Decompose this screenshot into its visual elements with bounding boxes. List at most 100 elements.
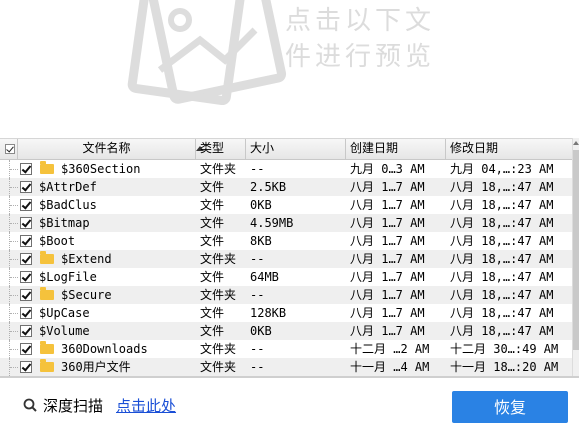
created-date: 八月 1…7 AM [350, 288, 425, 302]
table-body: $360Section 文件夹 -- 九月 0…3 AM 九月 04,…:23 AM $A… [0, 160, 572, 376]
file-name: $360Section [61, 162, 141, 176]
created-date: 十二月 …2 AM [350, 342, 430, 356]
table-row[interactable]: $Extend 文件夹 -- 八月 1…7 AM 八月 18,…:47 AM [0, 250, 572, 268]
file-size: 0KB [250, 324, 272, 338]
table-row[interactable]: 360用户文件 文件夹 -- 十一月 …4 AM 十一月 18…:20 AM [0, 358, 572, 376]
table-row[interactable]: $Bitmap 文件 4.59MB 八月 1…7 AM 八月 18,…:47 AM [0, 214, 572, 232]
file-name: $LogFile [39, 270, 97, 284]
column-header-modified[interactable]: 修改日期 [446, 139, 572, 159]
table-row[interactable]: $360Section 文件夹 -- 九月 0…3 AM 九月 04,…:23 AM [0, 160, 572, 178]
file-name: $Boot [39, 234, 76, 248]
row-checkbox[interactable] [20, 163, 32, 175]
row-checkbox[interactable] [20, 289, 32, 301]
row-checkbox[interactable] [20, 271, 32, 283]
column-header-name-label: 文件名称 [82, 141, 131, 155]
file-type: 文件 [200, 234, 225, 248]
tree-connector-branch [10, 349, 18, 350]
file-size: 0KB [250, 198, 272, 212]
file-type: 文件 [200, 216, 225, 230]
column-header-name[interactable]: 文件名称 [18, 139, 204, 159]
scrollbar-thumb[interactable] [573, 150, 579, 350]
table-row[interactable]: $Boot 文件 8KB 八月 1…7 AM 八月 18,…:47 AM [0, 232, 572, 250]
file-type: 文件夹 [200, 342, 237, 356]
created-date: 八月 1…7 AM [350, 252, 425, 266]
tree-connector-branch [10, 187, 18, 188]
folder-icon [40, 341, 54, 354]
file-name: $AttrDef [39, 180, 97, 194]
created-date: 八月 1…7 AM [350, 216, 425, 230]
file-type: 文件夹 [200, 252, 237, 266]
row-checkbox[interactable] [20, 181, 32, 193]
modified-date: 八月 18,…:47 AM [450, 198, 554, 212]
row-checkbox[interactable] [20, 307, 32, 319]
modified-date: 八月 18,…:47 AM [450, 180, 554, 194]
created-date: 九月 0…3 AM [350, 162, 425, 176]
tree-connector-branch [10, 241, 18, 242]
row-checkbox[interactable] [20, 199, 32, 211]
table-row[interactable]: $LogFile 文件 64MB 八月 1…7 AM 八月 18,…:47 AM [0, 268, 572, 286]
table-row[interactable]: 360Downloads 文件夹 -- 十二月 …2 AM 十二月 30…:49 AM [0, 340, 572, 358]
table-header: 文件名称 类型 大小 创建日期 修改日期 [0, 138, 572, 160]
file-size: -- [250, 288, 265, 302]
table-row[interactable]: $Secure 文件夹 -- 八月 1…7 AM 八月 18,…:47 AM [0, 286, 572, 304]
table-row[interactable]: $BadClus 文件 0KB 八月 1…7 AM 八月 18,…:47 AM [0, 196, 572, 214]
modified-date: 八月 18,…:47 AM [450, 324, 554, 338]
vertical-scrollbar[interactable] [572, 138, 579, 376]
file-name: 360用户文件 [61, 360, 131, 374]
file-type: 文件 [200, 324, 225, 338]
modified-date: 八月 18,…:47 AM [450, 288, 554, 302]
created-date: 十一月 …4 AM [350, 360, 430, 374]
row-checkbox[interactable] [20, 361, 32, 373]
tree-connector-branch [10, 367, 18, 368]
table-row[interactable]: $AttrDef 文件 2.5KB 八月 1…7 AM 八月 18,…:47 AM [0, 178, 572, 196]
file-type: 文件 [200, 306, 225, 320]
file-size: 128KB [250, 306, 287, 320]
modified-date: 八月 18,…:47 AM [450, 216, 554, 230]
file-type: 文件夹 [200, 162, 237, 176]
file-size: -- [250, 162, 265, 176]
created-date: 八月 1…7 AM [350, 306, 425, 320]
column-header-size[interactable]: 大小 [246, 139, 346, 159]
file-size: 2.5KB [250, 180, 287, 194]
tree-connector-branch [10, 259, 18, 260]
row-checkbox[interactable] [20, 253, 32, 265]
file-name: $Bitmap [39, 216, 90, 230]
file-size: -- [250, 252, 265, 266]
table-row[interactable]: $Volume 文件 0KB 八月 1…7 AM 八月 18,…:47 AM [0, 322, 572, 340]
column-header-type[interactable]: 类型 [196, 139, 246, 159]
created-date: 八月 1…7 AM [350, 234, 425, 248]
folder-icon [40, 251, 54, 264]
file-table: 文件名称 类型 大小 创建日期 修改日期 $360Section 文件夹 -- 九月 … [0, 138, 579, 376]
modified-date: 十二月 30…:49 AM [450, 342, 559, 356]
file-name: $UpCase [39, 306, 90, 320]
file-name: $Extend [61, 252, 112, 266]
row-checkbox[interactable] [20, 235, 32, 247]
watermark-line-1: 点击以下文 [285, 6, 436, 36]
column-header-created[interactable]: 创建日期 [346, 139, 446, 159]
row-checkbox[interactable] [20, 343, 32, 355]
row-checkbox[interactable] [20, 217, 32, 229]
file-type: 文件 [200, 180, 225, 194]
created-date: 八月 1…7 AM [350, 324, 425, 338]
file-type: 文件夹 [200, 360, 237, 374]
select-all-header[interactable] [0, 139, 18, 159]
folder-icon [40, 359, 54, 372]
row-checkbox[interactable] [20, 325, 32, 337]
tree-connector-branch [10, 313, 18, 314]
file-size: 4.59MB [250, 216, 294, 230]
deep-scan-link[interactable]: 点击此处 [116, 396, 176, 416]
file-name: 360Downloads [61, 342, 148, 356]
scroll-up-arrow-icon[interactable] [573, 141, 579, 145]
modified-date: 九月 04,…:23 AM [450, 162, 554, 176]
watermark-line-2: 件进行预览 [285, 42, 436, 72]
file-type: 文件 [200, 270, 225, 284]
recover-button[interactable]: 恢复 [452, 391, 568, 423]
table-row[interactable]: $UpCase 文件 128KB 八月 1…7 AM 八月 18,…:47 AM [0, 304, 572, 322]
created-date: 八月 1…7 AM [350, 270, 425, 284]
created-date: 八月 1…7 AM [350, 198, 425, 212]
select-all-checkbox[interactable] [5, 144, 15, 154]
modified-date: 八月 18,…:47 AM [450, 270, 554, 284]
file-name: $Volume [39, 324, 90, 338]
created-date: 八月 1…7 AM [350, 180, 425, 194]
tree-connector-branch [10, 331, 18, 332]
